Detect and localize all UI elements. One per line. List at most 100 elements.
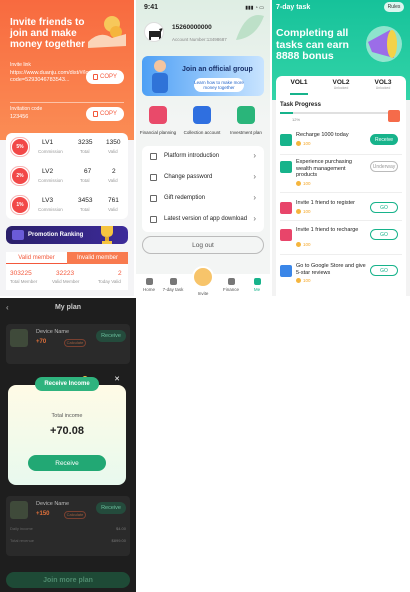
invitation-code-value: 123456	[10, 114, 29, 120]
user-phone: 15260000000	[172, 24, 212, 31]
copy-code-label: COPY	[99, 111, 117, 117]
chevron-right-icon: ›	[253, 193, 256, 202]
card-icon	[193, 106, 211, 124]
settings-menu: Platform introduction › Change password …	[142, 146, 264, 232]
gift-box-icon[interactable]	[388, 110, 400, 122]
menu-platform-introduction[interactable]: Platform introduction ›	[142, 146, 264, 167]
task-go-button[interactable]: GO	[370, 265, 398, 276]
level-sub: Commission	[38, 149, 63, 154]
tab-me[interactable]: Me	[244, 278, 270, 292]
plan-icon	[237, 106, 255, 124]
device-image-icon	[10, 501, 28, 519]
promotion-ranking-label: Promotion Ranking	[28, 232, 84, 238]
logout-button[interactable]: Log out	[142, 236, 264, 254]
device-card: Device Name +70 Calculate Receive	[6, 324, 130, 364]
reward-amount: 100	[303, 242, 311, 247]
device-image-icon	[10, 329, 28, 347]
level-name: LV1	[42, 139, 54, 146]
vol-name: VOL1	[290, 79, 308, 86]
tab-finance[interactable]: Finance	[218, 278, 244, 292]
task-receive-button[interactable]: Receive	[370, 134, 398, 145]
tab-vol2[interactable]: VOL2 Unlocked	[320, 79, 362, 90]
level-row: 2% LV2 Commission 67 Total 2 Valid	[6, 162, 128, 190]
task-go-button[interactable]: GO	[370, 202, 398, 213]
tab-home[interactable]: Home	[136, 278, 162, 292]
device-name: Device Name	[36, 329, 70, 335]
level-name: LV2	[42, 168, 54, 175]
receive-income-modal: Receive Income ✕ Total income +70.08 Rec…	[8, 376, 126, 485]
avatar[interactable]	[144, 22, 164, 42]
menu-gift-redemption[interactable]: Gift redemption ›	[142, 188, 264, 209]
quick-collection-account[interactable]: Collection account	[180, 106, 224, 135]
level-total-label: Total	[80, 149, 90, 154]
vol-name: VOL3	[374, 79, 392, 86]
level-total: 3453	[78, 197, 93, 204]
tab-label: Me	[253, 287, 261, 292]
task-title: Go to Google Store and give 5-star revie…	[296, 263, 366, 276]
stat-value: 2	[118, 270, 122, 277]
rules-button[interactable]: Rules	[384, 2, 404, 12]
tab-vol1[interactable]: VOL1	[278, 79, 320, 86]
seven-day-task-screen: 7-day task Rules Completing all tasks ca…	[272, 0, 410, 296]
download-icon	[150, 216, 157, 223]
task-go-button[interactable]: GO	[370, 229, 398, 240]
menu-app-download[interactable]: Latest version of app download ›	[142, 209, 264, 230]
task-title: Recharge 1000 today	[296, 132, 349, 138]
finance-icon	[227, 278, 235, 285]
promotion-ranking-button[interactable]: Promotion Ranking	[6, 226, 128, 244]
level-valid: 761	[108, 197, 119, 204]
banner-subtitle-button[interactable]: Learn how to make more money together	[194, 78, 244, 92]
stat-label: Today Valid	[98, 279, 121, 284]
tab-label: Home	[142, 287, 155, 292]
invite-tab-icon[interactable]	[192, 266, 214, 288]
task-title: Invite 1 friend to recharge	[296, 227, 359, 233]
active-tab-indicator	[290, 93, 308, 95]
calculate-tag: Calculate	[64, 339, 86, 347]
tab-invalid-member[interactable]: Invalid member	[67, 252, 128, 264]
invitation-code-label: Invitation code	[10, 106, 43, 112]
copy-icon	[92, 111, 98, 117]
tab-vol3[interactable]: VOL3 Unlocked	[362, 79, 404, 90]
quick-investment-plan[interactable]: Investment plan	[224, 106, 268, 135]
quick-financial-planning[interactable]: Financial planning	[136, 106, 180, 135]
gift-icon	[150, 195, 157, 202]
levels-card: 5% LV1 Commission 3235 Total 1350 Valid …	[6, 133, 128, 219]
calculate-tag: Calculate	[64, 511, 86, 519]
copy-link-button[interactable]: COPY	[86, 70, 124, 84]
chevron-right-icon: ›	[253, 214, 256, 223]
tab-valid-member[interactable]: Valid member	[6, 252, 67, 264]
row-label: Total revenue	[10, 538, 35, 543]
total-income-label: Total income	[51, 413, 83, 419]
task-reward: 100	[296, 278, 311, 284]
bottom-tab-bar: Home 7-day task Invite Finance Me	[136, 266, 270, 296]
modal-receive-button[interactable]: Receive	[28, 455, 106, 471]
menu-change-password[interactable]: Change password ›	[142, 167, 264, 188]
modal-title: Receive Income	[35, 377, 99, 391]
menu-label: Change password	[164, 174, 213, 180]
divider	[280, 220, 402, 221]
device-card: Device Name +150 Calculate Receive Daily…	[6, 496, 130, 556]
task-underway-button[interactable]: Underway	[370, 161, 398, 172]
invite-screen: Invite friends to join and make money to…	[0, 0, 134, 296]
vol-status: Unlocked	[333, 86, 349, 90]
close-icon[interactable]: ✕	[114, 375, 120, 383]
level-valid: 2	[112, 168, 116, 175]
quick-label: Collection account	[183, 130, 221, 135]
device-receive-button[interactable]: Receive	[96, 502, 126, 514]
level-name: LV3	[42, 197, 54, 204]
tab-invite[interactable]: Invite	[190, 289, 216, 296]
divider	[10, 102, 124, 103]
tab-7-day-task[interactable]: 7-day task	[160, 278, 186, 292]
copy-code-button[interactable]: COPY	[86, 107, 124, 121]
lock-icon	[150, 174, 157, 181]
join-more-plan-button[interactable]: Join more plan	[6, 572, 130, 588]
ranking-icon	[12, 230, 24, 240]
device-receive-button[interactable]: Receive	[96, 330, 126, 342]
tab-label: Invite	[197, 291, 209, 296]
google-play-icon	[280, 265, 292, 277]
recharge-icon	[280, 134, 292, 146]
banner-title: Join an official group	[182, 66, 253, 73]
total-revenue-row: Total revenue $899.00	[10, 538, 130, 543]
leaf-decoration-icon	[236, 15, 264, 40]
page-title: My plan	[54, 304, 82, 311]
